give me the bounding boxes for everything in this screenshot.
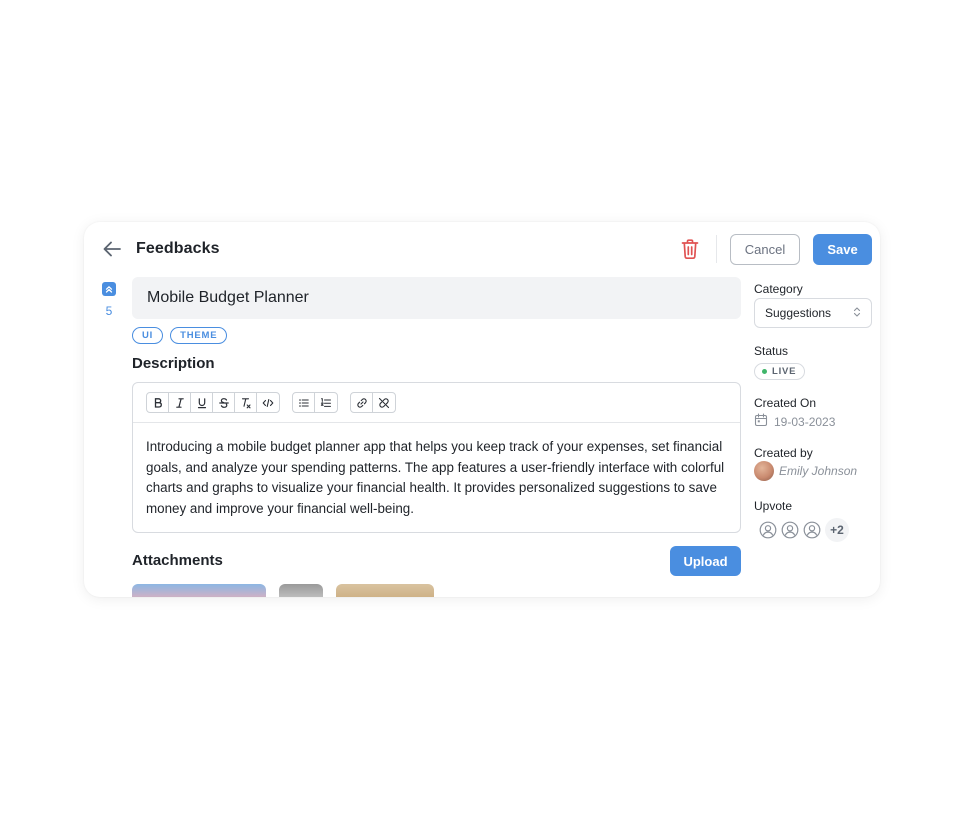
upload-button[interactable]: Upload bbox=[670, 546, 741, 576]
upvote-label: Upvote bbox=[754, 499, 793, 513]
numbered-list-icon[interactable] bbox=[315, 393, 337, 412]
code-icon[interactable] bbox=[257, 393, 279, 412]
description-text[interactable]: Introducing a mobile budget planner app … bbox=[133, 423, 740, 533]
description-heading: Description bbox=[132, 355, 215, 372]
description-editor: Introducing a mobile budget planner app … bbox=[132, 382, 741, 533]
created-by-row: Emily Johnson bbox=[754, 461, 857, 481]
calendar-icon bbox=[754, 413, 768, 430]
user-avatar-icon[interactable] bbox=[803, 521, 821, 539]
italic-icon[interactable] bbox=[169, 393, 191, 412]
link-icon[interactable] bbox=[351, 393, 373, 412]
created-on-value: 19-03-2023 bbox=[774, 414, 836, 429]
more-upvoters-count[interactable]: +2 bbox=[825, 518, 849, 542]
attachment-thumbnail[interactable] bbox=[336, 584, 434, 597]
feedback-title-input[interactable]: Mobile Budget Planner bbox=[132, 277, 741, 319]
avatar bbox=[754, 461, 774, 481]
upvote-icon[interactable] bbox=[102, 282, 116, 296]
status-badge[interactable]: LIVE bbox=[754, 363, 806, 380]
attachment-thumbnail[interactable] bbox=[132, 584, 266, 597]
clear-format-icon[interactable] bbox=[235, 393, 257, 412]
link-group bbox=[350, 392, 396, 413]
status-dot-icon bbox=[762, 369, 767, 374]
bold-icon[interactable] bbox=[147, 393, 169, 412]
unlink-icon[interactable] bbox=[373, 393, 395, 412]
status-label: Status bbox=[754, 344, 789, 358]
created-on-row: 19-03-2023 bbox=[754, 413, 835, 430]
upvoter-list: +2 bbox=[759, 518, 849, 542]
status-value: LIVE bbox=[772, 366, 797, 377]
created-by-label: Created by bbox=[754, 446, 813, 460]
cancel-button[interactable]: Cancel bbox=[730, 234, 800, 265]
created-on-label: Created On bbox=[754, 396, 817, 410]
save-button[interactable]: Save bbox=[813, 234, 872, 265]
user-avatar-icon[interactable] bbox=[781, 521, 799, 539]
tag-list: UI THEME bbox=[132, 327, 228, 344]
attachments-heading: Attachments bbox=[132, 552, 223, 569]
attachment-thumbnail[interactable] bbox=[279, 584, 323, 597]
page-title: Feedbacks bbox=[136, 240, 220, 257]
tag-ui[interactable]: UI bbox=[132, 327, 164, 344]
category-select[interactable]: Suggestions bbox=[754, 298, 872, 328]
editor-toolbar bbox=[133, 383, 740, 423]
category-label: Category bbox=[754, 282, 803, 296]
strikethrough-icon[interactable] bbox=[213, 393, 235, 412]
created-by-value: Emily Johnson bbox=[779, 464, 858, 478]
underline-icon[interactable] bbox=[191, 393, 213, 412]
header-divider bbox=[716, 235, 717, 263]
format-group bbox=[146, 392, 280, 413]
list-group bbox=[292, 392, 338, 413]
trash-icon[interactable] bbox=[680, 238, 700, 260]
upvote-count: 5 bbox=[105, 304, 113, 318]
chevron-up-down-icon bbox=[853, 306, 861, 321]
category-value: Suggestions bbox=[765, 306, 832, 320]
tag-theme[interactable]: THEME bbox=[170, 327, 228, 344]
bullet-list-icon[interactable] bbox=[293, 393, 315, 412]
user-avatar-icon[interactable] bbox=[759, 521, 777, 539]
back-arrow-icon[interactable] bbox=[101, 239, 123, 259]
feedback-card: Feedbacks Cancel Save 5 Mobile Budget Pl… bbox=[84, 222, 880, 597]
